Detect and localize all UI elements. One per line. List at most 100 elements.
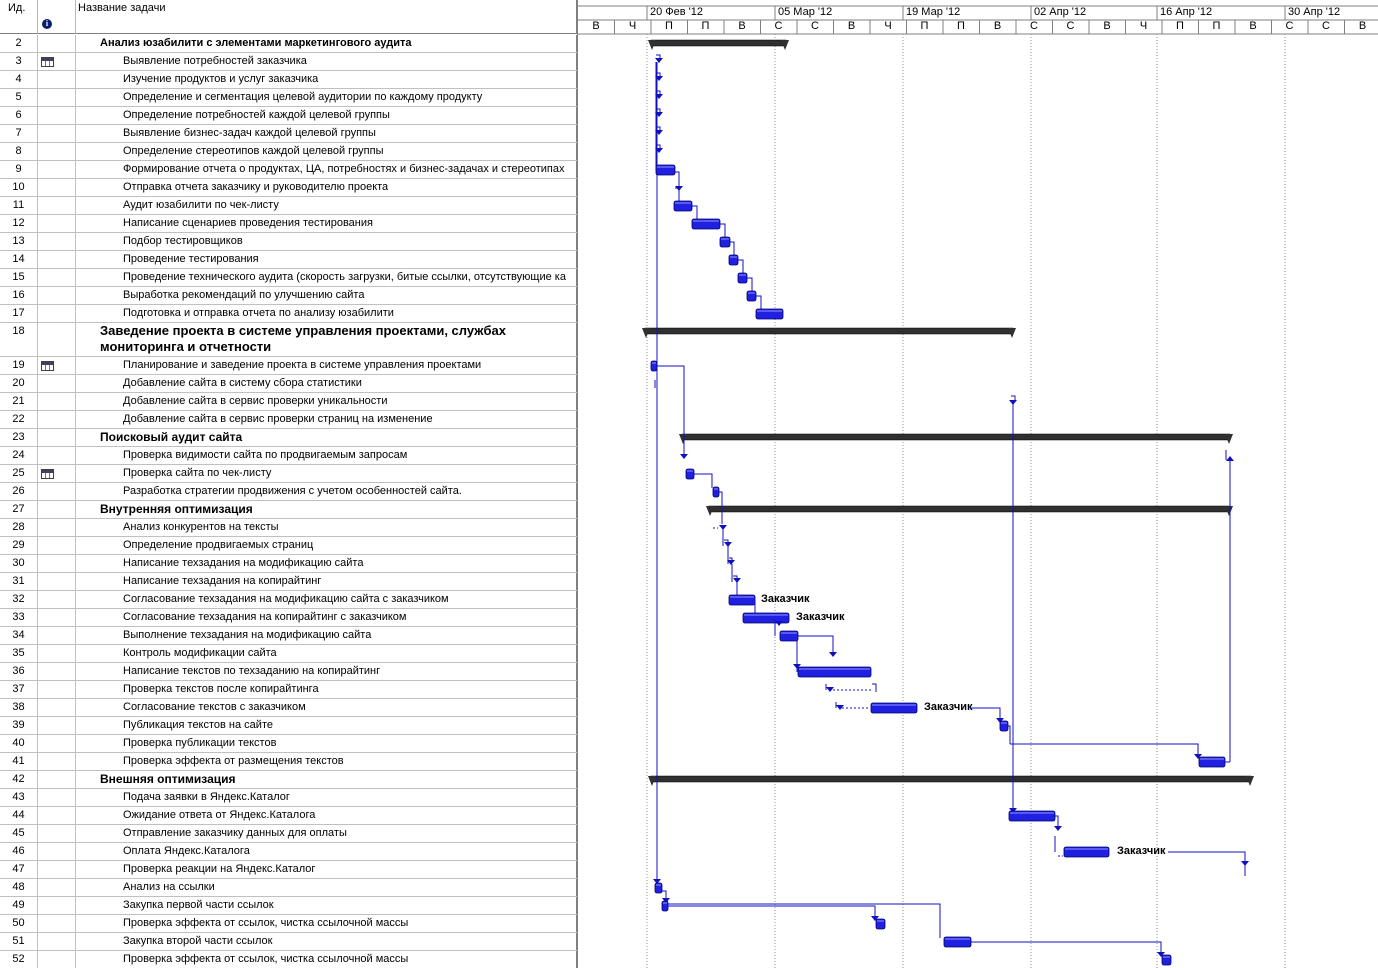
task-row[interactable]: 39 Публикация текстов на сайте: [0, 717, 577, 735]
task-row[interactable]: 26 Разработка стратегии продвижения с уче…: [0, 483, 577, 501]
summary-task-name[interactable]: Поисковый аудит сайта: [76, 429, 577, 446]
task-bar-highlight[interactable]: [1065, 848, 1108, 850]
task-name[interactable]: Написание техзадания на модификацию сайт…: [76, 555, 577, 572]
task-row[interactable]: 30 Написание техзадания на модификацию са…: [0, 555, 577, 573]
task-row[interactable]: 12 Написание сценариев проведения тестиро…: [0, 215, 577, 233]
summary-task-name[interactable]: Внутренняя оптимизация: [76, 501, 577, 518]
task-row[interactable]: 7 Выявление бизнес-задач каждой целевой г…: [0, 125, 577, 143]
task-row[interactable]: 46 Оплата Яндекс.Каталога: [0, 843, 577, 861]
task-row[interactable]: 50 Проверка эффекта от ссылок, чистка ссы…: [0, 915, 577, 933]
task-name[interactable]: Планирование и заведение проекта в систе…: [76, 357, 577, 374]
task-bar-highlight[interactable]: [687, 470, 693, 472]
task-row[interactable]: 49 Закупка первой части ссылок: [0, 897, 577, 915]
task-bar-highlight[interactable]: [1001, 722, 1007, 724]
task-row[interactable]: 16 Выработка рекомендаций по улучшению са…: [0, 287, 577, 305]
task-bar-highlight[interactable]: [1200, 758, 1224, 760]
task-row[interactable]: 32 Согласование техзадания на модификацию…: [0, 591, 577, 609]
task-name[interactable]: Проверка публикации текстов: [76, 735, 577, 752]
task-bar-highlight[interactable]: [1010, 812, 1054, 814]
task-name[interactable]: Проверка видимости сайта по продвигаемым…: [76, 447, 577, 464]
task-bar-highlight[interactable]: [721, 238, 729, 240]
task-row[interactable]: 24 Проверка видимости сайта по продвигаем…: [0, 447, 577, 465]
task-row[interactable]: 42 Внешняя оптимизация: [0, 771, 577, 789]
task-name[interactable]: Добавление сайта в сервис проверки уника…: [76, 393, 577, 410]
task-row[interactable]: 34 Выполнение техзадания на модификацию с…: [0, 627, 577, 645]
task-row[interactable]: 31 Написание техзадания на копирайтинг: [0, 573, 577, 591]
task-row[interactable]: 37 Проверка текстов после копирайтинга: [0, 681, 577, 699]
task-name[interactable]: Определение и сегментация целевой аудито…: [76, 89, 577, 106]
task-row[interactable]: 41 Проверка эффекта от размещения текстов: [0, 753, 577, 771]
calendar-icon[interactable]: [41, 469, 54, 479]
task-row[interactable]: 47 Проверка реакции на Яндекс.Каталог: [0, 861, 577, 879]
task-bar-highlight[interactable]: [872, 704, 916, 706]
task-row[interactable]: 27 Внутренняя оптимизация: [0, 501, 577, 519]
task-name[interactable]: Проверка сайта по чек-листу: [76, 465, 577, 482]
task-row[interactable]: 48 Анализ на ссылки: [0, 879, 577, 897]
task-row[interactable]: 23 Поисковый аудит сайта: [0, 429, 577, 447]
task-name[interactable]: Проверка текстов после копирайтинга: [76, 681, 577, 698]
task-bar-highlight[interactable]: [657, 166, 674, 168]
task-row[interactable]: 9 Формирование отчета о продуктах, ЦА, по…: [0, 161, 577, 179]
summary-bar[interactable]: [650, 39, 787, 47]
task-name[interactable]: Отправка отчета заказчику и руководителю…: [76, 179, 577, 196]
task-bar-highlight[interactable]: [781, 632, 797, 634]
task-name[interactable]: Добавление сайта в сервис проверки стран…: [76, 411, 577, 428]
task-name[interactable]: Добавление сайта в систему сбора статист…: [76, 375, 577, 392]
task-name[interactable]: Аудит юзабилити по чек-листу: [76, 197, 577, 214]
task-name[interactable]: Формирование отчета о продуктах, ЦА, пот…: [76, 161, 577, 178]
summary-bar[interactable]: [644, 327, 1014, 335]
task-row[interactable]: 43 Подача заявки в Яндекс.Каталог: [0, 789, 577, 807]
task-row[interactable]: 14 Проведение тестирования: [0, 251, 577, 269]
task-row[interactable]: 3 Выявление потребностей заказчика: [0, 53, 577, 71]
calendar-icon[interactable]: [41, 57, 54, 67]
summary-task-name[interactable]: Заведение проекта в системе управления п…: [76, 323, 577, 356]
summary-task-name[interactable]: Анализ юзабилити с элементами маркетинго…: [76, 35, 577, 52]
task-bar-highlight[interactable]: [675, 202, 691, 204]
task-bar-highlight[interactable]: [656, 884, 661, 886]
task-row[interactable]: 6 Определение потребностей каждой целевой…: [0, 107, 577, 125]
task-name[interactable]: Закупка первой части ссылок: [76, 897, 577, 914]
task-name[interactable]: Определение стереотипов каждой целевой г…: [76, 143, 577, 160]
task-bar-highlight[interactable]: [730, 256, 737, 258]
task-bar-highlight[interactable]: [748, 292, 755, 294]
task-name[interactable]: Проверка эффекта от размещения текстов: [76, 753, 577, 770]
task-name[interactable]: Проверка эффекта от ссылок, чистка ссыло…: [76, 951, 577, 968]
task-name[interactable]: Разработка стратегии продвижения с учето…: [76, 483, 577, 500]
task-name[interactable]: Согласование техзадания на копирайтинг с…: [76, 609, 577, 626]
task-name[interactable]: Проверка реакции на Яндекс.Каталог: [76, 861, 577, 878]
task-name[interactable]: Оплата Яндекс.Каталога: [76, 843, 577, 860]
task-row[interactable]: 28 Анализ конкурентов на тексты: [0, 519, 577, 537]
task-name[interactable]: Согласование текстов с заказчиком: [76, 699, 577, 716]
task-name[interactable]: Определение продвигаемых страниц: [76, 537, 577, 554]
summary-task-name[interactable]: Внешняя оптимизация: [76, 771, 577, 788]
column-header-name[interactable]: Название задачи: [76, 0, 577, 34]
task-name[interactable]: Выявление бизнес-задач каждой целевой гр…: [76, 125, 577, 142]
task-row[interactable]: 21 Добавление сайта в сервис проверки уни…: [0, 393, 577, 411]
task-name[interactable]: Закупка второй части ссылок: [76, 933, 577, 950]
task-row[interactable]: 10 Отправка отчета заказчику и руководите…: [0, 179, 577, 197]
task-name[interactable]: Анализ на ссылки: [76, 879, 577, 896]
task-name[interactable]: Написание текстов по техзаданию на копир…: [76, 663, 577, 680]
task-bar-highlight[interactable]: [744, 614, 788, 616]
task-bar-highlight[interactable]: [757, 310, 782, 312]
task-row[interactable]: 22 Добавление сайта в сервис проверки стр…: [0, 411, 577, 429]
task-row[interactable]: 33 Согласование техзадания на копирайтинг…: [0, 609, 577, 627]
task-name[interactable]: Ожидание ответа от Яндекс.Каталога: [76, 807, 577, 824]
column-header-id[interactable]: Ид.: [0, 0, 38, 34]
task-row[interactable]: 29 Определение продвигаемых страниц: [0, 537, 577, 555]
task-row[interactable]: 8 Определение стереотипов каждой целевой …: [0, 143, 577, 161]
task-name[interactable]: Подача заявки в Яндекс.Каталог: [76, 789, 577, 806]
task-name[interactable]: Изучение продуктов и услуг заказчика: [76, 71, 577, 88]
task-row[interactable]: 51 Закупка второй части ссылок: [0, 933, 577, 951]
task-name[interactable]: Написание сценариев проведения тестирова…: [76, 215, 577, 232]
task-row[interactable]: 25 Проверка сайта по чек-листу: [0, 465, 577, 483]
task-row[interactable]: 35 Контроль модификации сайта: [0, 645, 577, 663]
task-bar-highlight[interactable]: [945, 938, 970, 940]
task-name[interactable]: Выявление потребностей заказчика: [76, 53, 577, 70]
task-row[interactable]: 4 Изучение продуктов и услуг заказчика: [0, 71, 577, 89]
task-bar-highlight[interactable]: [714, 488, 718, 490]
task-name[interactable]: Подготовка и отправка отчета по анализу …: [76, 305, 577, 322]
task-row[interactable]: 15 Проведение технического аудита (скорос…: [0, 269, 577, 287]
task-row[interactable]: 2 Анализ юзабилити с элементами маркетинг…: [0, 35, 577, 53]
task-bar-highlight[interactable]: [693, 220, 719, 222]
